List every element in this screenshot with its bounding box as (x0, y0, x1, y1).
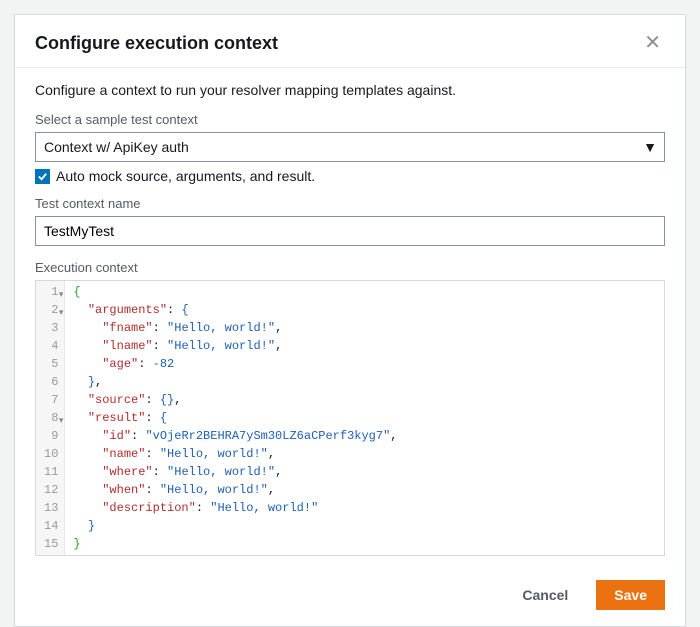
editor-code[interactable]: { "arguments": { "fname": "Hello, world!… (65, 281, 664, 555)
line-number: 11 (44, 463, 58, 481)
code-line[interactable]: "id": "vOjeRr2BEHRA7ySm30LZ6aCPerf3kyg7"… (73, 427, 656, 445)
check-icon (37, 171, 48, 182)
code-line[interactable]: "description": "Hello, world!" (73, 499, 656, 517)
modal-header: Configure execution context ✕ (15, 15, 685, 67)
fold-icon[interactable]: ▾ (59, 304, 64, 322)
line-number: 4 (44, 337, 58, 355)
line-number: 15 (44, 535, 58, 553)
sample-context-label: Select a sample test context (35, 112, 665, 127)
auto-mock-row: Auto mock source, arguments, and result. (35, 168, 665, 184)
line-number: 10 (44, 445, 58, 463)
line-number: 5 (44, 355, 58, 373)
line-number: 9 (44, 427, 58, 445)
test-name-label: Test context name (35, 196, 665, 211)
code-line[interactable]: "name": "Hello, world!", (73, 445, 656, 463)
code-editor[interactable]: 1▾2▾345678▾9101112131415 { "arguments": … (35, 280, 665, 556)
line-number: 7 (44, 391, 58, 409)
modal-footer: Cancel Save (15, 566, 685, 626)
code-line[interactable]: "source": {}, (73, 391, 656, 409)
line-number: 13 (44, 499, 58, 517)
test-name-input[interactable] (35, 216, 665, 246)
line-number: 14 (44, 517, 58, 535)
code-line[interactable]: "where": "Hello, world!", (73, 463, 656, 481)
line-number: 2▾ (44, 301, 58, 319)
modal: Configure execution context ✕ Configure … (14, 14, 686, 627)
modal-body: Configure a context to run your resolver… (15, 68, 685, 566)
sample-context-select[interactable]: Context w/ ApiKey auth ▼ (35, 132, 665, 162)
code-line[interactable]: } (73, 535, 656, 553)
save-button[interactable]: Save (596, 580, 665, 610)
code-line[interactable]: "fname": "Hello, world!", (73, 319, 656, 337)
close-button[interactable]: ✕ (640, 29, 665, 57)
code-line[interactable]: "when": "Hello, world!", (73, 481, 656, 499)
execution-context-label: Execution context (35, 260, 665, 275)
auto-mock-label: Auto mock source, arguments, and result. (56, 168, 315, 184)
intro-text: Configure a context to run your resolver… (35, 82, 665, 98)
close-icon: ✕ (644, 32, 661, 54)
line-number: 6 (44, 373, 58, 391)
code-line[interactable]: { (73, 283, 656, 301)
line-number: 12 (44, 481, 58, 499)
cancel-button[interactable]: Cancel (504, 580, 586, 610)
line-number: 8▾ (44, 409, 58, 427)
code-line[interactable]: "age": -82 (73, 355, 656, 373)
modal-title: Configure execution context (35, 33, 278, 54)
line-number: 1▾ (44, 283, 58, 301)
fold-icon[interactable]: ▾ (59, 412, 64, 430)
code-line[interactable]: "result": { (73, 409, 656, 427)
sample-context-value: Context w/ ApiKey auth (35, 132, 665, 162)
editor-gutter: 1▾2▾345678▾9101112131415 (36, 281, 65, 555)
fold-icon[interactable]: ▾ (59, 286, 64, 304)
code-line[interactable]: "arguments": { (73, 301, 656, 319)
code-line[interactable]: "lname": "Hello, world!", (73, 337, 656, 355)
code-line[interactable]: } (73, 517, 656, 535)
auto-mock-checkbox[interactable] (35, 169, 50, 184)
code-line[interactable]: }, (73, 373, 656, 391)
line-number: 3 (44, 319, 58, 337)
